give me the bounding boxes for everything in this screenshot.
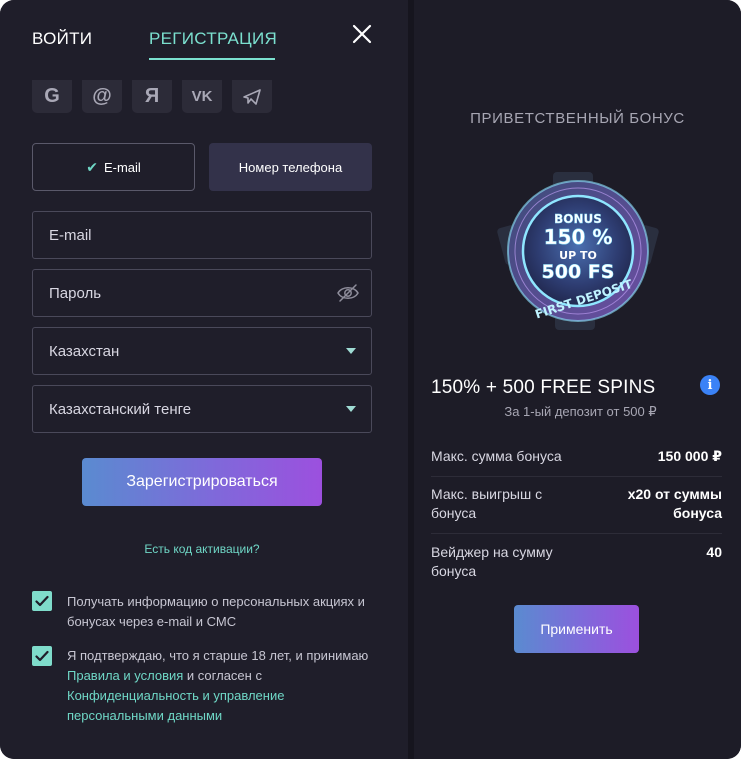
password-field[interactable]: Пароль <box>32 269 372 317</box>
row-divider <box>431 476 722 477</box>
phone-option-label: Номер телефона <box>238 159 343 175</box>
currency-select[interactable]: Казахстанский тенге <box>32 385 372 433</box>
activation-code-link[interactable]: Есть код активации? <box>0 542 404 556</box>
bonus-row-label: Макс. выигрыш с бонуса <box>431 486 543 521</box>
chip-line-2: 150 % <box>544 225 613 249</box>
checkmark-icon <box>35 650 49 662</box>
promo-consent-checkbox[interactable] <box>32 591 52 611</box>
bonus-row-max-win: Макс. выигрыш с бонуса x20 от суммы бону… <box>431 485 722 525</box>
age-consent-middle: и согласен с <box>183 668 262 683</box>
yandex-login-button[interactable]: Я <box>132 80 172 113</box>
apply-bonus-button[interactable]: Применить <box>514 605 639 653</box>
country-value: Казахстан <box>49 342 120 360</box>
bonus-row-label: Макс. сумма бонуса <box>431 448 562 464</box>
rules-link[interactable]: Правила и условия <box>67 668 183 683</box>
age-consent-prefix: Я подтверждаю, что я старше 18 лет, и пр… <box>67 648 369 663</box>
phone-option-button[interactable]: Номер телефона <box>209 143 372 191</box>
chip-line-4: 500 FS <box>542 261 615 283</box>
email-field[interactable]: E-mail <box>32 211 372 259</box>
eye-off-icon[interactable] <box>336 283 360 303</box>
country-select[interactable]: Казахстан <box>32 327 372 375</box>
mail-icon: @ <box>92 85 112 107</box>
currency-value: Казахстанский тенге <box>49 400 192 418</box>
age-consent-checkbox[interactable] <box>32 646 52 666</box>
password-placeholder: Пароль <box>49 284 102 302</box>
registration-modal: ВОЙТИ РЕГИСТРАЦИЯ G @ Я VK ✔ E-mail Номе… <box>0 0 741 759</box>
email-option-label: E-mail <box>103 159 141 175</box>
tab-login[interactable]: ВОЙТИ <box>32 29 92 49</box>
active-tab-underline <box>149 58 275 60</box>
vk-login-button[interactable]: VK <box>182 80 222 113</box>
age-consent-label: Я подтверждаю, что я старше 18 лет, и пр… <box>67 646 377 726</box>
google-icon: G <box>44 85 60 107</box>
close-icon[interactable] <box>350 22 374 46</box>
check-icon: ✔ <box>86 158 98 175</box>
welcome-bonus-panel: ПРИВЕТСТВЕННЫЙ БОНУС BONUS 150 % UP TO 5… <box>414 0 741 759</box>
vk-icon: VK <box>191 88 213 105</box>
google-login-button[interactable]: G <box>32 80 72 113</box>
yandex-icon: Я <box>144 85 160 107</box>
registration-panel: ВОЙТИ РЕГИСТРАЦИЯ G @ Я VK ✔ E-mail Номе… <box>0 0 408 759</box>
chip-line-1: BONUS <box>554 212 602 226</box>
email-placeholder: E-mail <box>49 226 92 244</box>
promo-consent-label: Получать информацию о персональных акция… <box>67 594 365 629</box>
info-icon[interactable]: i <box>700 375 720 395</box>
row-divider <box>431 533 722 534</box>
email-option-button[interactable]: ✔ E-mail <box>32 143 195 191</box>
mail-login-button[interactable]: @ <box>82 80 122 113</box>
bonus-row-value: 40 <box>706 544 722 560</box>
checkmark-icon <box>35 595 49 607</box>
register-button[interactable]: Зарегистрироваться <box>82 458 322 506</box>
telegram-icon <box>243 88 261 105</box>
bonus-subtitle: За 1-ый депозит от 500 ₽ <box>504 404 657 419</box>
bonus-chip-image: BONUS 150 % UP TO 500 FS FIRST DEPOSIT <box>497 172 659 330</box>
bonus-header: ПРИВЕТСТВЕННЫЙ БОНУС <box>470 110 685 127</box>
bonus-row-value: x20 от суммы бонуса <box>627 486 722 521</box>
bonus-row-wager: Вейджер на сумму бонуса 40 <box>431 543 722 583</box>
privacy-link[interactable]: Конфиденциальность и управление персонал… <box>67 688 284 723</box>
bonus-row-label: Вейджер на сумму бонуса <box>431 544 553 579</box>
telegram-login-button[interactable] <box>232 80 272 113</box>
chevron-down-icon <box>346 406 356 412</box>
bonus-row-value: 150 000 ₽ <box>657 448 722 464</box>
bonus-title: 150% + 500 FREE SPINS <box>431 377 656 398</box>
chevron-down-icon <box>346 348 356 354</box>
tab-register[interactable]: РЕГИСТРАЦИЯ <box>149 29 277 49</box>
bonus-row-max-amount: Макс. сумма бонуса 150 000 ₽ <box>431 447 722 467</box>
